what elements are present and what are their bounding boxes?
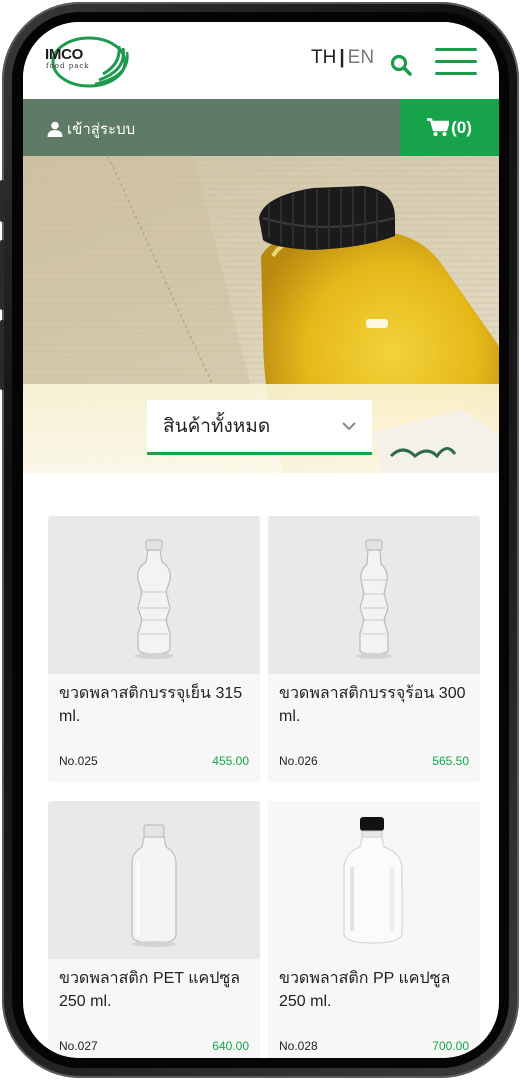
hamburger-menu-icon[interactable] bbox=[435, 48, 477, 76]
lang-th-link[interactable]: TH bbox=[311, 47, 336, 68]
clear-bottle-image bbox=[356, 539, 392, 659]
category-select[interactable]: สินค้าทั้งหมด bbox=[147, 400, 372, 455]
product-card[interactable]: ขวดพลาสติกบรรจุเย็น 315 ml. No.025 455.0… bbox=[48, 516, 260, 782]
top-bar: IMCO food pack TH | EN bbox=[23, 22, 499, 99]
product-name[interactable]: ขวดพลาสติก PET แคปซูล 250 ml. bbox=[59, 967, 254, 1013]
lang-en-link[interactable]: EN bbox=[348, 47, 374, 68]
chevron-down-icon bbox=[342, 422, 356, 431]
cart-button[interactable]: (0) bbox=[400, 99, 499, 156]
white-capsule-bottle-image bbox=[343, 817, 403, 944]
product-image bbox=[48, 516, 260, 674]
product-card[interactable]: ขวดพลาสติก PP แคปซูล 250 ml. No.028 700.… bbox=[268, 801, 480, 1058]
product-image bbox=[268, 801, 480, 959]
product-sku: No.026 bbox=[279, 754, 318, 768]
product-price: 455.00 bbox=[212, 754, 249, 768]
account-bar: เข้าสู่ระบบ (0) bbox=[23, 99, 499, 156]
phone-mute-button bbox=[0, 180, 4, 222]
cart-icon bbox=[427, 118, 450, 136]
logo-wordmark: IMCO bbox=[45, 46, 83, 63]
brand-logo[interactable]: IMCO food pack bbox=[41, 34, 131, 90]
product-price: 640.00 bbox=[212, 1039, 249, 1053]
login-label: เข้าสู่ระบบ bbox=[67, 121, 136, 138]
product-sku: No.028 bbox=[279, 1039, 318, 1053]
product-card[interactable]: ขวดพลาสติกบรรจุร้อน 300 ml. No.026 565.5… bbox=[268, 516, 480, 782]
product-price: 700.00 bbox=[432, 1039, 469, 1053]
lang-separator: | bbox=[339, 47, 345, 68]
user-icon bbox=[47, 121, 63, 137]
product-sku: No.027 bbox=[59, 1039, 98, 1053]
product-sku: No.025 bbox=[59, 754, 98, 768]
phone-volume-up-button bbox=[0, 240, 4, 310]
phone-volume-down-button bbox=[0, 320, 4, 390]
search-icon[interactable] bbox=[390, 54, 412, 76]
login-link[interactable]: เข้าสู่ระบบ bbox=[47, 117, 135, 141]
language-switcher: TH | EN bbox=[311, 47, 374, 69]
cart-count: (0) bbox=[451, 117, 472, 137]
product-price: 565.50 bbox=[432, 754, 469, 768]
product-name[interactable]: ขวดพลาสติกบรรจุเย็น 315 ml. bbox=[59, 682, 254, 728]
product-name[interactable]: ขวดพลาสติกบรรจุร้อน 300 ml. bbox=[279, 682, 474, 728]
capsule-bottle-image bbox=[131, 824, 177, 947]
logo-tagline: food pack bbox=[46, 62, 90, 70]
product-image bbox=[48, 801, 260, 959]
product-image bbox=[268, 516, 480, 674]
category-select-value: สินค้าทั้งหมด bbox=[163, 416, 271, 437]
product-name[interactable]: ขวดพลาสติก PP แคปซูล 250 ml. bbox=[279, 967, 474, 1013]
clear-bottle-image bbox=[134, 539, 174, 659]
screen: IMCO food pack TH | EN เข้าสู่ระบบ (0) ส… bbox=[23, 22, 499, 1058]
product-card[interactable]: ขวดพลาสติก PET แคปซูล 250 ml. No.027 640… bbox=[48, 801, 260, 1058]
